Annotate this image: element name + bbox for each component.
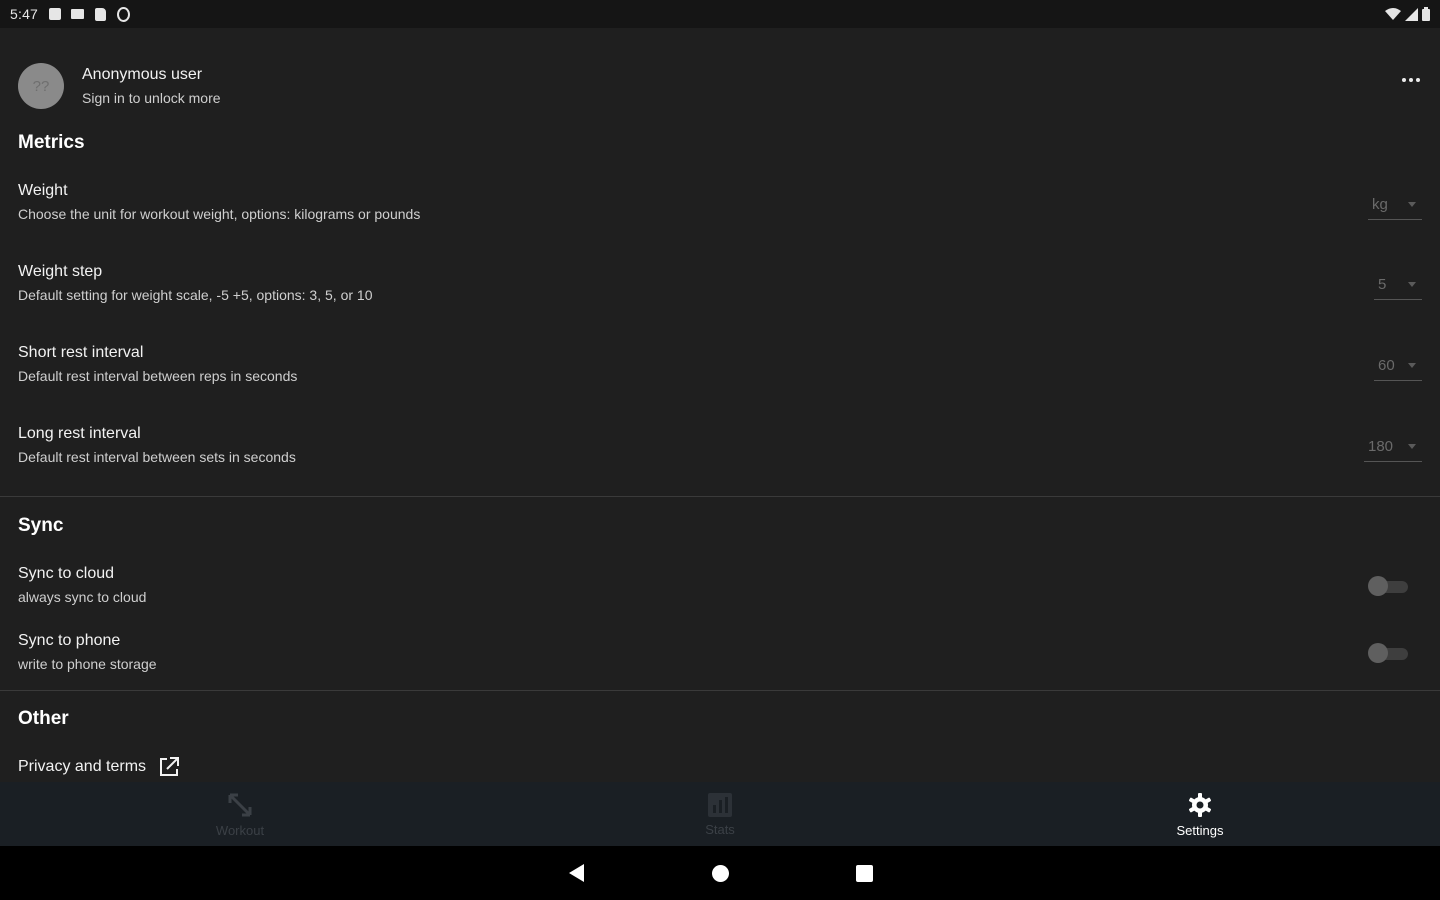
status-right	[1385, 7, 1430, 21]
setting-short-rest: Short rest interval Default rest interva…	[18, 344, 1422, 384]
battery-icon	[1422, 7, 1430, 21]
nav-label: Stats	[705, 821, 735, 837]
status-time: 5:47	[10, 6, 39, 22]
more-options-button[interactable]	[1402, 78, 1420, 82]
home-button[interactable]	[708, 861, 732, 885]
setting-desc: Default rest interval between reps in se…	[18, 368, 298, 384]
section-title-other: Other	[18, 708, 69, 729]
chart-icon	[708, 792, 732, 817]
nav-item-stats[interactable]: Stats	[480, 782, 960, 846]
chevron-down-icon	[1408, 282, 1416, 287]
setting-sync-cloud: Sync to cloud always sync to cloud	[18, 565, 1422, 605]
privacy-terms-link[interactable]: Privacy and terms	[18, 756, 180, 778]
setting-desc: always sync to cloud	[18, 589, 147, 605]
setting-title: Sync to phone	[18, 632, 121, 649]
weight-step-dropdown[interactable]: 5	[1374, 270, 1422, 300]
back-icon	[568, 864, 584, 882]
sd-card-icon	[94, 7, 107, 21]
more-dot-icon	[1416, 78, 1420, 82]
nav-item-settings[interactable]: Settings	[960, 782, 1440, 846]
user-name: Anonymous user	[82, 66, 203, 83]
section-title-metrics: Metrics	[18, 132, 85, 153]
sync-circle-icon	[117, 6, 131, 22]
recents-button[interactable]	[852, 861, 876, 885]
sync-phone-toggle[interactable]	[1368, 643, 1408, 663]
toggle-thumb	[1368, 576, 1388, 596]
setting-desc: Default setting for weight scale, -5 +5,…	[18, 287, 373, 303]
notification-icon	[48, 8, 61, 21]
short-rest-dropdown[interactable]: 60	[1374, 351, 1422, 381]
recents-icon	[855, 864, 873, 882]
dropdown-value: 5	[1378, 276, 1387, 293]
setting-title: Weight step	[18, 263, 103, 280]
sync-cloud-toggle[interactable]	[1368, 576, 1408, 596]
chevron-down-icon	[1408, 444, 1416, 449]
section-divider	[0, 690, 1440, 691]
user-profile-row[interactable]: ?? Anonymous user Sign in to unlock more	[18, 63, 221, 109]
back-button[interactable]	[564, 861, 588, 885]
section-divider	[0, 496, 1440, 497]
setting-desc: Choose the unit for workout weight, opti…	[18, 206, 421, 222]
setting-desc: write to phone storage	[18, 656, 157, 672]
dropdown-value: 60	[1378, 357, 1395, 374]
setting-desc: Default rest interval between sets in se…	[18, 449, 296, 465]
section-title-sync: Sync	[18, 515, 64, 536]
dropdown-value: 180	[1368, 438, 1394, 455]
avatar[interactable]: ??	[18, 63, 64, 109]
system-navigation-bar	[0, 846, 1440, 900]
bottom-navigation: Workout Stats Settings	[0, 782, 1440, 846]
long-rest-dropdown[interactable]: 180	[1364, 432, 1422, 462]
nav-label: Settings	[1176, 822, 1224, 838]
status-left: 5:47	[10, 6, 131, 22]
toggle-thumb	[1368, 643, 1388, 663]
more-dot-icon	[1409, 78, 1413, 82]
weight-unit-dropdown[interactable]: kg	[1368, 190, 1422, 220]
setting-title: Short rest interval	[18, 344, 144, 361]
nav-item-workout[interactable]: Workout	[0, 782, 480, 846]
setting-long-rest: Long rest interval Default rest interval…	[18, 425, 1422, 465]
external-link-icon	[160, 757, 180, 776]
signal-icon	[1405, 7, 1418, 21]
chevron-down-icon	[1408, 202, 1416, 207]
privacy-terms-label: Privacy and terms	[18, 758, 147, 775]
mail-icon	[71, 8, 85, 21]
home-icon	[711, 864, 729, 882]
user-text: Anonymous user Sign in to unlock more	[82, 66, 221, 106]
setting-title: Sync to cloud	[18, 565, 115, 582]
setting-weight-step: Weight step Default setting for weight s…	[18, 263, 1422, 303]
setting-title: Weight	[18, 182, 68, 199]
chevron-down-icon	[1408, 363, 1416, 368]
settings-content: ?? Anonymous user Sign in to unlock more…	[0, 28, 1440, 782]
gear-icon	[1188, 792, 1212, 817]
expand-arrows-icon	[228, 793, 252, 816]
dropdown-value: kg	[1372, 196, 1388, 213]
status-bar: 5:47	[0, 0, 1440, 28]
setting-title: Long rest interval	[18, 425, 141, 442]
setting-sync-phone: Sync to phone write to phone storage	[18, 632, 1422, 672]
nav-label: Workout	[215, 822, 265, 838]
sign-in-link[interactable]: Sign in to unlock more	[82, 90, 221, 106]
more-dot-icon	[1402, 78, 1406, 82]
setting-weight: Weight Choose the unit for workout weigh…	[18, 182, 1422, 222]
wifi-icon	[1385, 7, 1401, 20]
